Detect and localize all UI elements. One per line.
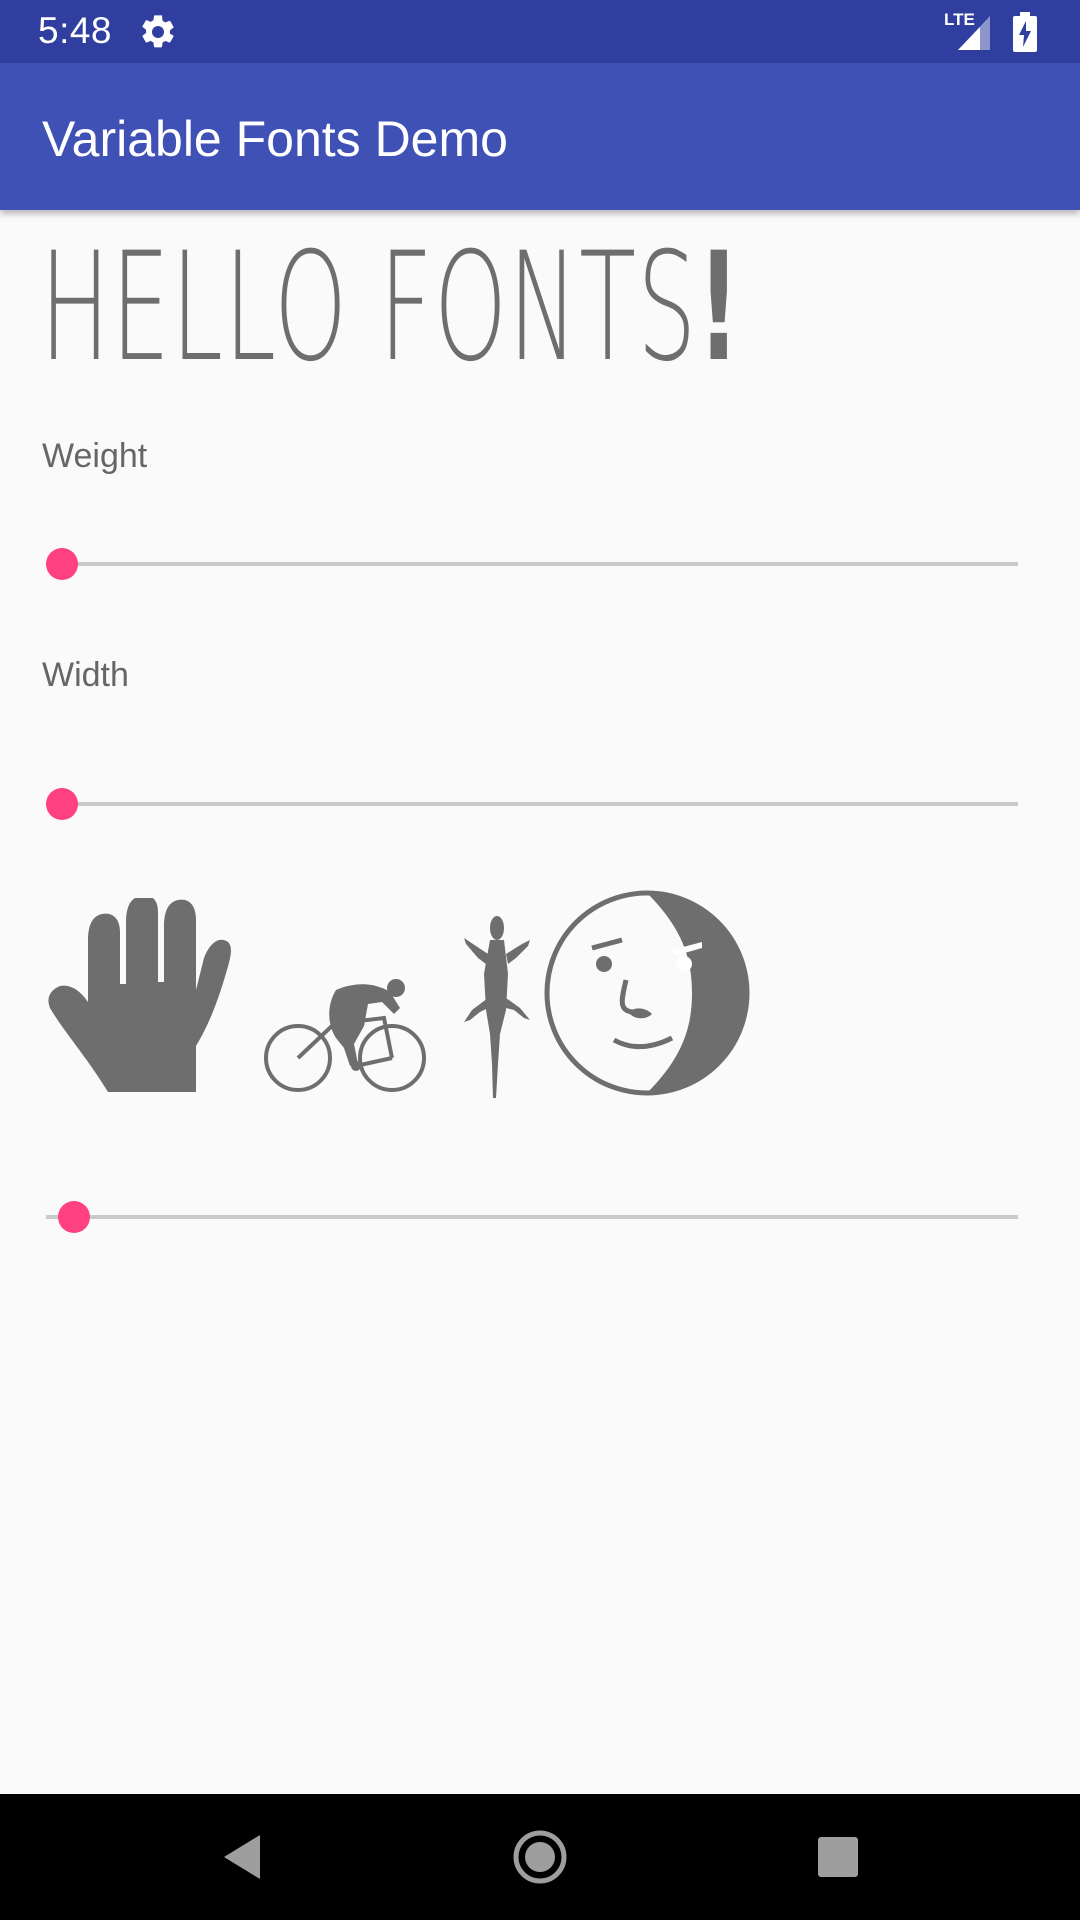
app-title: Variable Fonts Demo <box>42 111 508 167</box>
glyph-slider-thumb[interactable] <box>58 1201 90 1233</box>
preview-emphasis: ! <box>697 221 742 395</box>
navigation-bar <box>0 1794 1080 1920</box>
cyclist-icon <box>264 979 426 1092</box>
glyph-preview-row <box>42 888 802 1100</box>
width-slider-thumb[interactable] <box>46 788 78 820</box>
status-bar: 5:48 LTE <box>0 0 1080 63</box>
lizard-icon <box>464 916 530 1098</box>
back-icon[interactable] <box>214 1827 274 1887</box>
weight-slider-thumb[interactable] <box>46 548 78 580</box>
preview-text: HELLO FONTS <box>40 221 698 395</box>
battery-charging-icon <box>1013 12 1037 52</box>
weight-label: Weight <box>42 437 148 475</box>
font-preview-text: HELLO FONTS! <box>40 233 741 383</box>
width-slider[interactable] <box>46 784 1018 824</box>
status-time: 5:48 <box>38 10 113 51</box>
glyph-slider-track[interactable] <box>46 1215 1018 1219</box>
moon-face-icon <box>544 890 750 1096</box>
width-slider-track[interactable] <box>46 802 1018 806</box>
lte-signal-icon <box>958 16 990 50</box>
home-icon[interactable] <box>510 1827 570 1887</box>
hand-icon <box>48 898 231 1092</box>
weight-slider-track[interactable] <box>46 562 1018 566</box>
recents-icon[interactable] <box>808 1827 868 1887</box>
app-bar: Variable Fonts Demo <box>0 63 1080 210</box>
glyph-slider[interactable] <box>46 1197 1018 1237</box>
gear-icon <box>142 15 174 48</box>
weight-slider[interactable] <box>46 544 1018 584</box>
width-label: Width <box>42 656 129 694</box>
